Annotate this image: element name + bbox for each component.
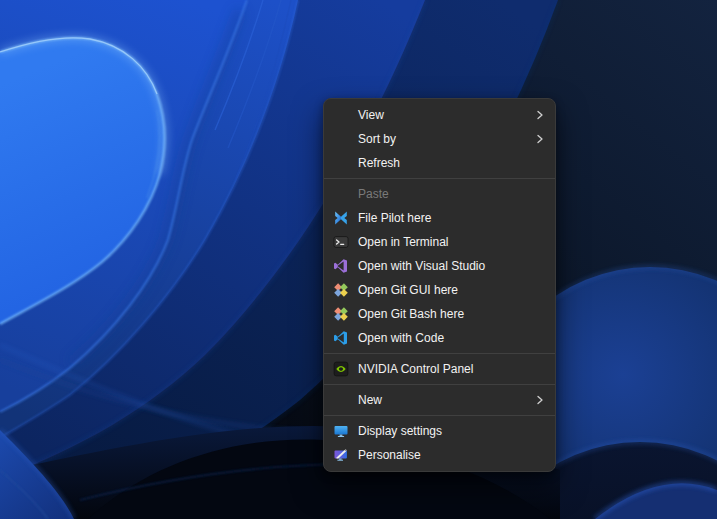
menu-item-label: Open Git Bash here xyxy=(358,307,546,321)
menu-item-label: File Pilot here xyxy=(358,211,546,225)
menu-item-label: Sort by xyxy=(358,132,534,146)
git-gui-icon xyxy=(333,282,349,298)
menu-item-label: Personalise xyxy=(358,448,546,462)
menu-separator xyxy=(324,415,555,416)
personalise-icon xyxy=(333,447,349,463)
menu-item-view[interactable]: View xyxy=(324,103,555,127)
menu-item-label: Open with Visual Studio xyxy=(358,259,546,273)
menu-item-label: Open with Code xyxy=(358,331,546,345)
menu-item-open-with-visual-studio[interactable]: Open with Visual Studio xyxy=(324,254,555,278)
menu-item-label: Open in Terminal xyxy=(358,235,546,249)
menu-item-open-with-code[interactable]: Open with Code xyxy=(324,326,555,350)
menu-item-label: Open Git GUI here xyxy=(358,283,546,297)
chevron-right-icon xyxy=(534,394,546,406)
menu-item-nvidia-control-panel[interactable]: NVIDIA Control Panel xyxy=(324,357,555,381)
menu-item-paste: Paste xyxy=(324,182,555,206)
menu-separator xyxy=(324,178,555,179)
visual-studio-icon xyxy=(333,258,349,274)
icon-placeholder xyxy=(333,131,349,147)
nvidia-icon xyxy=(333,361,349,377)
menu-item-label: View xyxy=(358,108,534,122)
menu-item-refresh[interactable]: Refresh xyxy=(324,151,555,175)
menu-item-personalise[interactable]: Personalise xyxy=(324,443,555,467)
terminal-icon xyxy=(333,234,349,250)
vscode-icon xyxy=(333,330,349,346)
menu-item-label: Paste xyxy=(358,187,546,201)
menu-item-file-pilot-here[interactable]: File Pilot here xyxy=(324,206,555,230)
menu-item-display-settings[interactable]: Display settings xyxy=(324,419,555,443)
chevron-right-icon xyxy=(534,109,546,121)
icon-placeholder xyxy=(333,107,349,123)
menu-item-open-git-gui-here[interactable]: Open Git GUI here xyxy=(324,278,555,302)
menu-item-sort-by[interactable]: Sort by xyxy=(324,127,555,151)
menu-item-label: Refresh xyxy=(358,156,546,170)
file-pilot-icon xyxy=(333,210,349,226)
menu-item-open-in-terminal[interactable]: Open in Terminal xyxy=(324,230,555,254)
git-bash-icon xyxy=(333,306,349,322)
icon-placeholder xyxy=(333,186,349,202)
menu-separator xyxy=(324,353,555,354)
chevron-right-icon xyxy=(534,133,546,145)
icon-placeholder xyxy=(333,392,349,408)
context-menu: View Sort by Refresh Paste File Pilot here Op… xyxy=(323,98,556,472)
menu-item-label: Display settings xyxy=(358,424,546,438)
display-icon xyxy=(333,423,349,439)
menu-item-open-git-bash-here[interactable]: Open Git Bash here xyxy=(324,302,555,326)
menu-item-label: NVIDIA Control Panel xyxy=(358,362,546,376)
menu-separator xyxy=(324,384,555,385)
menu-item-label: New xyxy=(358,393,534,407)
icon-placeholder xyxy=(333,155,349,171)
menu-item-new[interactable]: New xyxy=(324,388,555,412)
